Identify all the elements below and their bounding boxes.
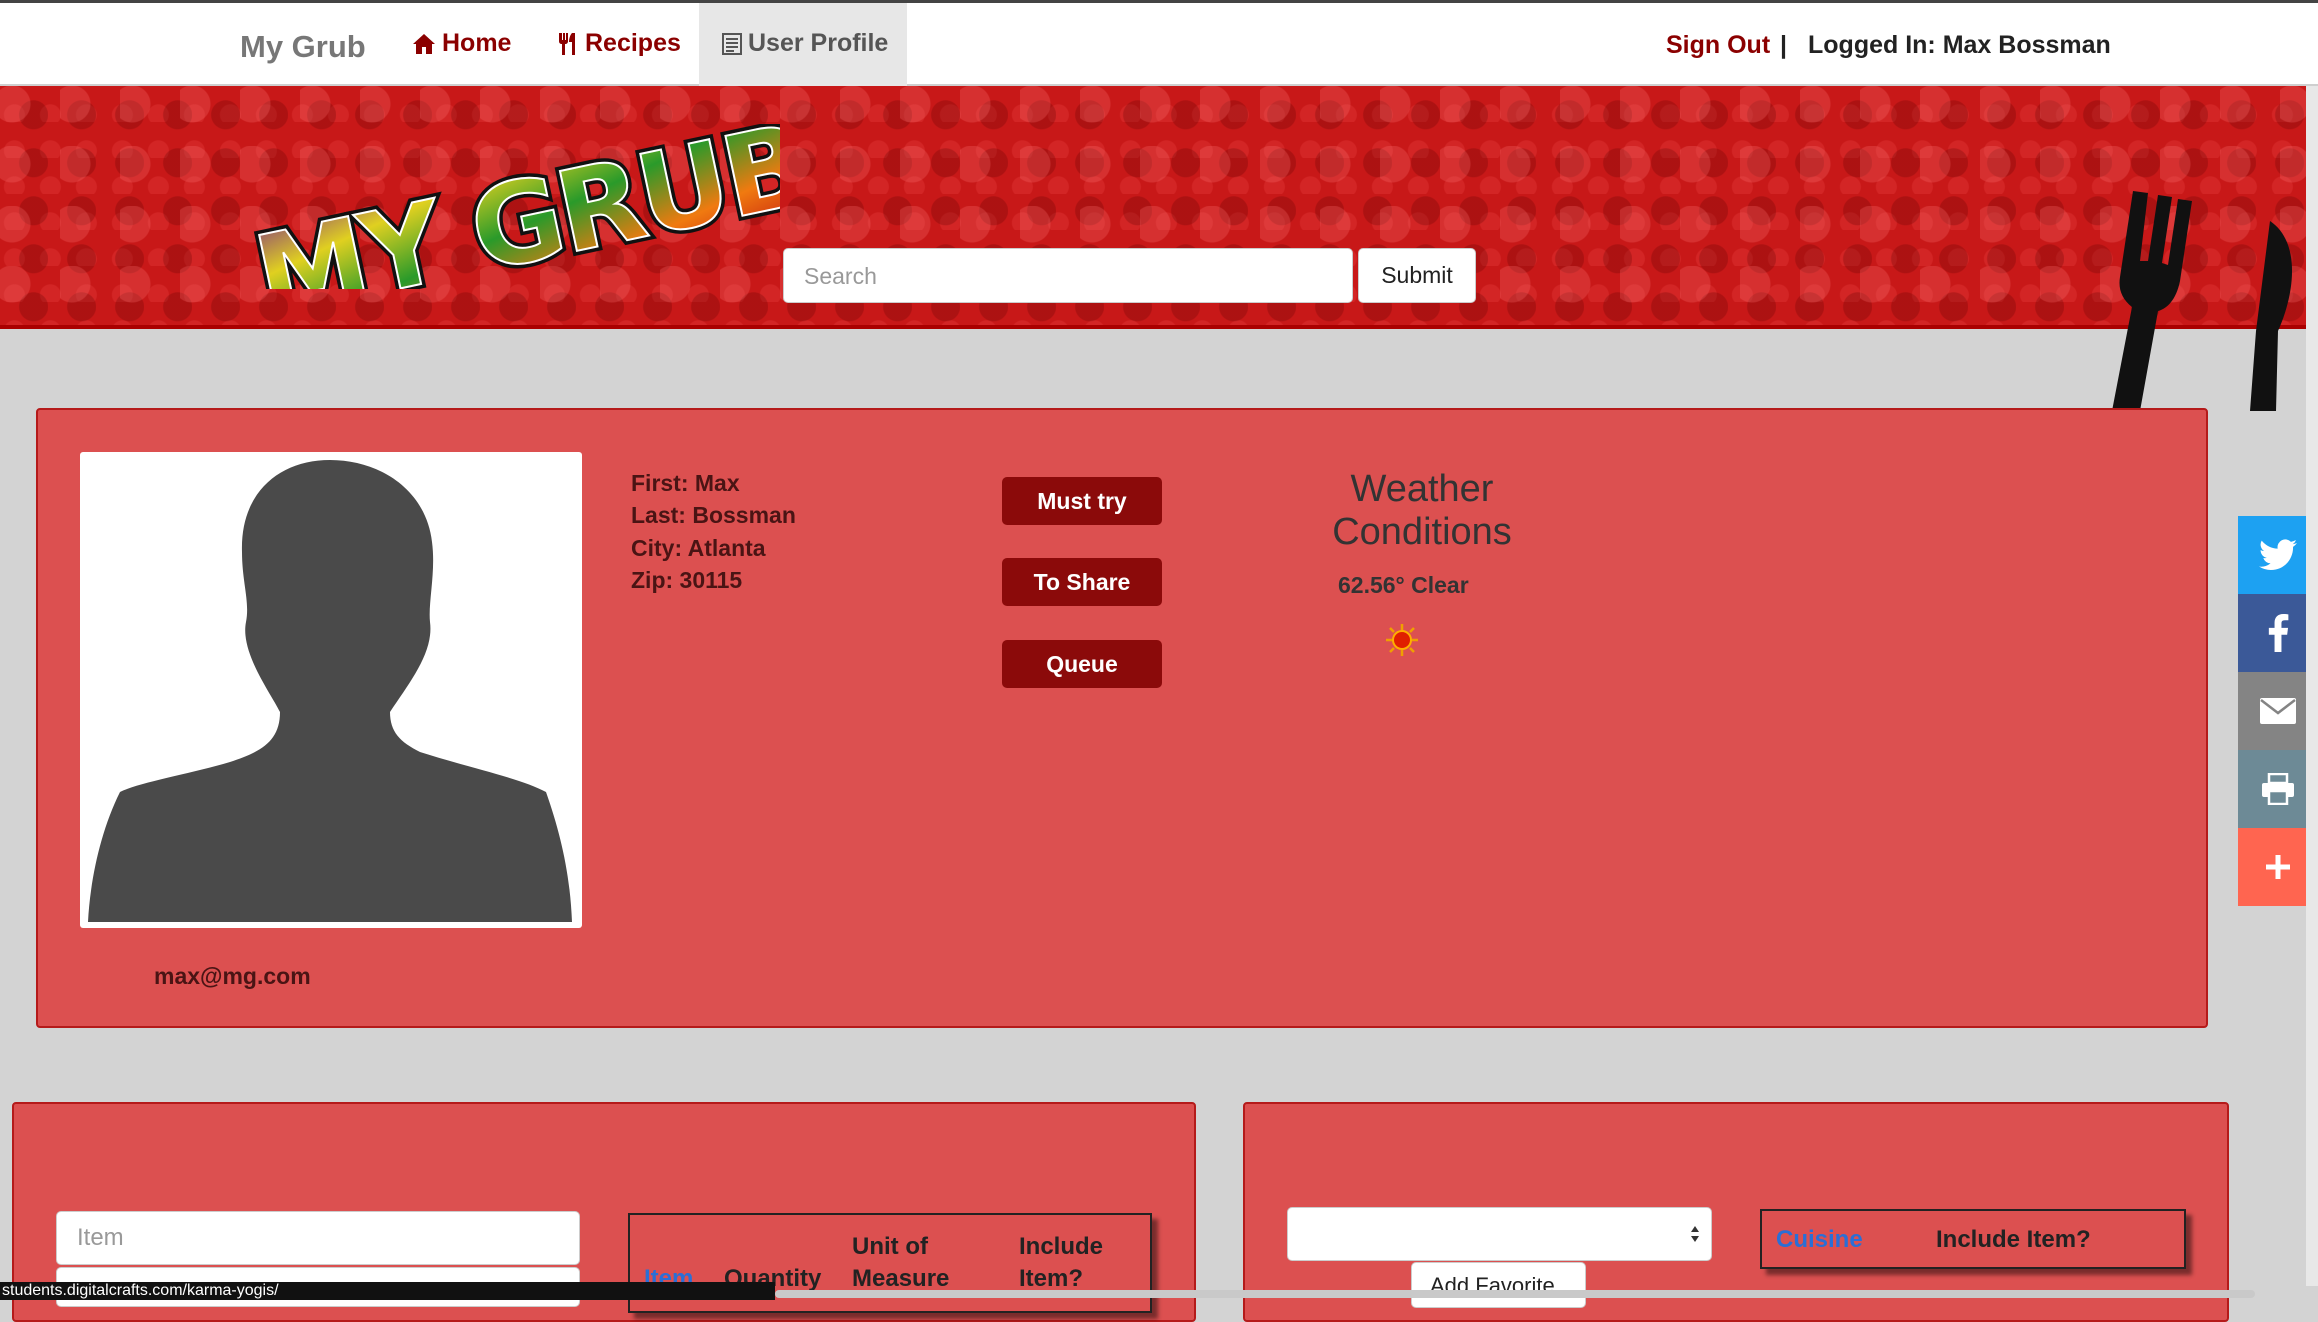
item-input[interactable]: Item [56, 1211, 580, 1265]
sign-out-link[interactable]: Sign Out [1666, 31, 1770, 60]
must-try-button[interactable]: Must try [1002, 477, 1162, 525]
column-header-include: Include Item? [1019, 1233, 1104, 1292]
profile-last-name: Last: Bossman [631, 502, 796, 528]
list-icon [722, 32, 742, 55]
my-grub-logo: MY GRUB MY GRUB [240, 124, 780, 289]
add-favorite-button[interactable]: Add Favorite [1411, 1262, 1586, 1308]
person-silhouette-icon [88, 460, 572, 922]
column-header-unit: Unit of Measure [852, 1233, 950, 1292]
nav-home-label: Home [442, 29, 512, 57]
twitter-icon [2259, 539, 2297, 571]
column-header-include-item: Include Item? [1936, 1226, 2091, 1253]
facebook-icon [2268, 614, 2289, 652]
favorites-table: Cuisine Include Item? [1760, 1209, 2186, 1269]
to-share-button[interactable]: To Share [1002, 558, 1162, 606]
search-input[interactable]: Search [783, 248, 1353, 303]
weather-title: Weather Conditions [1332, 468, 1512, 553]
brand-link[interactable]: My Grub [240, 29, 366, 65]
weather-value: 62.56° Clear [1338, 572, 1469, 598]
cutlery-icon [559, 32, 575, 55]
profile-first-name: First: Max [631, 470, 740, 496]
home-icon [413, 33, 435, 54]
sun-icon [1386, 624, 1418, 656]
hero-banner: MY GRUB MY GRUB Search Submit [0, 86, 2318, 411]
column-header-cuisine[interactable]: Cuisine [1776, 1226, 1863, 1254]
nav-recipes[interactable]: Recipes [557, 29, 681, 58]
nav-home[interactable]: Home [412, 29, 511, 58]
horizontal-scrollbar[interactable] [775, 1290, 2255, 1298]
profile-zip: Zip: 30115 [631, 567, 743, 593]
email-icon [2260, 698, 2296, 724]
nav-user-profile[interactable]: User Profile [722, 29, 888, 58]
nav-recipes-label: Recipes [585, 29, 681, 57]
plus-icon [2266, 855, 2290, 879]
fork-knife-icon [2112, 191, 2293, 411]
cuisine-select[interactable] [1287, 1207, 1712, 1261]
vertical-scrollbar[interactable] [2306, 86, 2318, 1286]
select-arrows-icon [1691, 1226, 1699, 1242]
profile-email: max@mg.com [154, 963, 311, 989]
nav-separator: | [1780, 31, 1787, 59]
svg-text:MY GRUB: MY GRUB [245, 124, 780, 289]
profile-city: City: Atlanta [631, 535, 766, 561]
logged-in-label: Logged In: Max Bossman [1808, 31, 2111, 59]
nav-profile-label: User Profile [748, 29, 889, 57]
print-icon [2262, 773, 2294, 805]
profile-avatar [80, 452, 582, 928]
queue-button[interactable]: Queue [1002, 640, 1162, 688]
top-navbar: My Grub Home Recipes User Profile Sign O… [0, 0, 2318, 87]
submit-button[interactable]: Submit [1358, 248, 1476, 303]
status-bar-url: students.digitalcrafts.com/karma-yogis/ [0, 1282, 775, 1300]
